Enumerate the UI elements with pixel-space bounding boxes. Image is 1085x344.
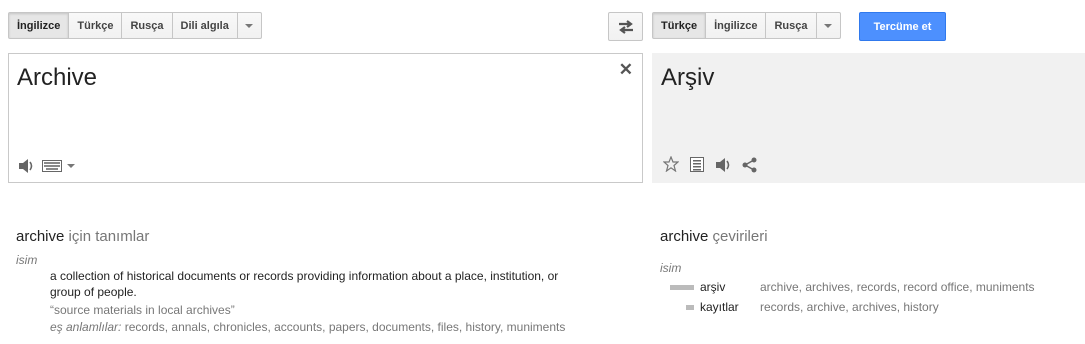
frequency-bar	[686, 304, 694, 310]
translation-word: arşiv	[700, 280, 726, 294]
synonyms-label: eş anlamlılar:	[50, 320, 122, 334]
chevron-down-icon	[824, 23, 833, 28]
swap-languages-button[interactable]	[608, 12, 643, 41]
share-icon[interactable]	[742, 157, 758, 173]
keyboard-dropdown-icon[interactable]	[67, 164, 75, 168]
close-icon[interactable]: ✕	[619, 60, 633, 80]
speaker-icon[interactable]	[18, 158, 36, 174]
definition-synonyms: eş anlamlılar: records, annals, chronicl…	[50, 320, 565, 334]
source-lang-dropdown[interactable]	[237, 12, 262, 39]
translation-synonyms: records, archive, archives, history	[760, 300, 939, 314]
swap-languages-icon	[618, 19, 633, 34]
target-language-bar: Türkçe İngilizce Rusça	[652, 12, 841, 39]
translations-word: archive	[660, 228, 709, 245]
phrasebook-icon[interactable]	[690, 157, 704, 172]
keyboard-icon[interactable]	[42, 160, 62, 172]
frequency-bar	[670, 284, 694, 290]
definitions-heading-suffix: için tanımlar	[68, 228, 150, 245]
target-lang-russian[interactable]: Rusça	[766, 12, 817, 39]
synonyms-list[interactable]: records, annals, chronicles, accounts, p…	[125, 320, 566, 334]
source-lang-detect[interactable]: Dili algıla	[172, 12, 238, 39]
chevron-down-icon	[245, 23, 254, 28]
target-lang-turkish[interactable]: Türkçe	[652, 12, 707, 39]
definition-line-1: a collection of historical documents or …	[50, 269, 559, 283]
translation-pos: isim	[660, 261, 682, 275]
translation-output: Arşiv	[652, 53, 1085, 183]
target-lang-english[interactable]: İngilizce	[706, 12, 767, 39]
translation-word: kayıtlar	[700, 300, 739, 314]
translations-heading-suffix: çevirileri	[712, 228, 768, 245]
definition-line-2: group of people.	[50, 285, 137, 299]
translated-text: Arşiv	[661, 64, 715, 91]
translations-heading: archive çevirileri	[660, 228, 768, 245]
source-lang-turkish[interactable]: Türkçe	[69, 12, 123, 39]
definition-pos: isim	[16, 253, 38, 267]
translation-row[interactable]: kayıtlar records, archive, archives, his…	[670, 299, 939, 315]
source-lang-russian[interactable]: Rusça	[122, 12, 173, 39]
source-text-area[interactable]: Archive ✕	[8, 53, 643, 183]
speaker-icon[interactable]	[715, 157, 733, 173]
definition-example: “source materials in local archives”	[50, 303, 235, 317]
translation-synonyms: archive, archives, records, record offic…	[760, 280, 1035, 294]
source-language-bar: İngilizce Türkçe Rusça Dili algıla	[8, 12, 262, 39]
source-text[interactable]: Archive	[17, 64, 97, 92]
translate-button[interactable]: Tercüme et	[859, 12, 946, 41]
target-lang-dropdown[interactable]	[816, 12, 841, 39]
definitions-word: archive	[16, 228, 65, 245]
star-icon[interactable]	[663, 156, 679, 172]
definition-text: a collection of historical documents or …	[50, 268, 558, 300]
definitions-heading: archive için tanımlar	[16, 228, 149, 245]
translation-row[interactable]: arşiv archive, archives, records, record…	[670, 279, 1035, 295]
source-lang-english[interactable]: İngilizce	[8, 12, 70, 39]
